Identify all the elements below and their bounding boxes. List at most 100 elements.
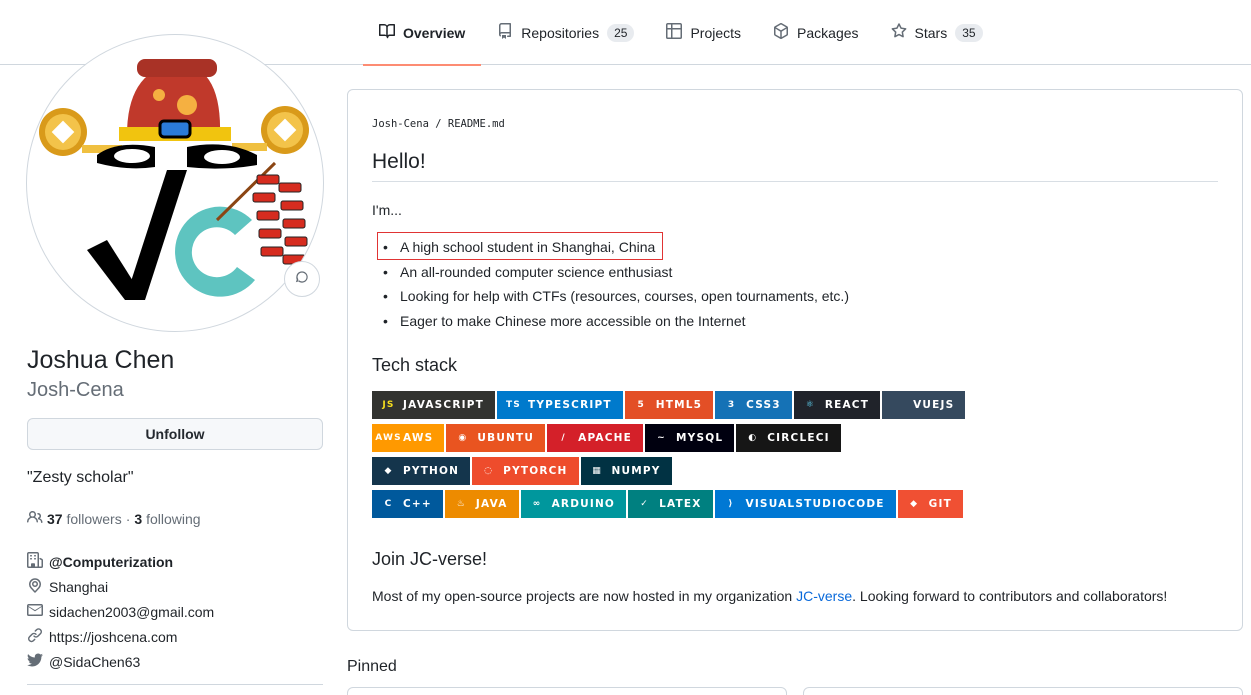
badge-label: APACHE: [578, 432, 632, 444]
following-count: 3: [134, 510, 143, 527]
badge-css3: 3 CSS3: [715, 391, 792, 419]
tech-stack-heading: Tech stack: [372, 355, 458, 375]
tab-stars[interactable]: Stars 35: [875, 0, 999, 65]
readme-file-link[interactable]: README.md: [448, 118, 505, 130]
badge-label: PYTORCH: [503, 465, 568, 477]
mail-icon: [27, 602, 43, 621]
package-icon: [773, 22, 789, 42]
badge-aws: aws AWS: [372, 424, 445, 452]
badge-label: TYPESCRIPT: [527, 399, 612, 411]
website-link[interactable]: https://joshcena.com: [27, 624, 327, 649]
vuejs-logo-icon: [892, 399, 905, 412]
location-icon: [27, 577, 43, 596]
badge-visualstudiocode: ⟩ VISUALSTUDIOCODE: [714, 490, 896, 518]
readme-card: Josh-Cena / README.md Hello! I'm... A hi…: [347, 89, 1243, 631]
badge-row: JS JAVASCRIPT TS TYPESCRIPT 5 HTML5 3 CSS3 ⚛ REAC…: [372, 391, 1232, 419]
readme-intro: I'm...: [372, 202, 402, 218]
badge-row: ◆ PYTHON ◌ PYTORCH ▦ NUMPY: [372, 457, 1232, 485]
follow-stats: 37 followers · 3 following: [26, 509, 201, 528]
heading-divider: [372, 181, 1218, 182]
pinned-card[interactable]: [803, 687, 1243, 695]
ubuntu-logo-icon: ◉: [458, 432, 468, 443]
tab-overview-label: Overview: [403, 24, 466, 41]
aws-logo-icon: aws: [375, 432, 402, 443]
tab-projects[interactable]: Projects: [650, 0, 757, 65]
badge-label: JAVASCRIPT: [403, 399, 484, 411]
tab-repositories[interactable]: Repositories 25: [481, 0, 650, 65]
list-item: An all-rounded computer science enthusia…: [372, 260, 849, 285]
badge-vuejs: VUEJS: [882, 391, 966, 419]
typescript-logo-icon: TS: [505, 399, 521, 410]
badge-label: LATEX: [659, 498, 702, 510]
tab-repositories-label: Repositories: [521, 24, 600, 41]
location-text: Shanghai: [49, 578, 109, 595]
tab-stars-label: Stars: [914, 24, 948, 41]
followers-link[interactable]: 37 followers: [47, 511, 122, 527]
arduino-logo-icon: ∞: [532, 498, 542, 509]
tab-overview[interactable]: Overview: [363, 0, 482, 66]
org-link[interactable]: @Computerization: [27, 549, 327, 574]
badge-label: C++: [403, 498, 432, 510]
following-label: following: [146, 510, 201, 527]
badge-label: HTML5: [655, 399, 703, 411]
readme-owner-link[interactable]: Josh-Cena: [372, 118, 429, 130]
badge-row: C C++ ♨ JAVA ∞ ARDUINO ✓ LATEX ⟩ VISUALSTUDIOCODE…: [372, 490, 1232, 518]
badge-ubuntu: ◉ UBUNTU: [446, 424, 546, 452]
tab-packages-label: Packages: [797, 24, 859, 41]
following-link[interactable]: 3 following: [134, 511, 200, 527]
pinned-card[interactable]: [347, 687, 787, 695]
badge-label: VUEJS: [913, 399, 955, 411]
twitter-link[interactable]: @SidaChen63: [27, 649, 327, 674]
latex-logo-icon: ✓: [640, 498, 649, 509]
join-text-before: Most of my open-source projects are now …: [372, 588, 797, 604]
join-text-after: . Looking forward to contributors and co…: [852, 588, 1168, 604]
smiley-icon: [295, 270, 309, 289]
jc-verse-link[interactable]: JC-verse: [796, 588, 852, 604]
people-icon: [26, 509, 43, 528]
list-item: Eager to make Chinese more accessible on…: [372, 309, 849, 334]
badge-numpy: ▦ NUMPY: [580, 457, 672, 485]
badge-javascript: JS JAVASCRIPT: [372, 391, 495, 419]
table-icon: [666, 23, 683, 42]
list-item: Looking for help with CTFs (resources, c…: [372, 284, 849, 309]
git-logo-icon: ◆: [910, 498, 919, 509]
tech-badges: JS JAVASCRIPT TS TYPESCRIPT 5 HTML5 3 CSS3 ⚛ REAC…: [372, 391, 1232, 523]
css3-logo-icon: 3: [727, 399, 736, 410]
c-logo-icon: C: [384, 498, 393, 509]
profile-name: Joshua Chen: [27, 346, 175, 374]
badge-java: ♨ JAVA: [444, 490, 519, 518]
badge-mysql: ~ MYSQL: [645, 424, 735, 452]
badge-label: NUMPY: [611, 465, 661, 477]
badge-label: UBUNTU: [477, 432, 535, 444]
circleci-logo-icon: ◐: [748, 432, 758, 443]
unfollow-button[interactable]: Unfollow: [27, 418, 323, 450]
badge-latex: ✓ LATEX: [628, 490, 713, 518]
badge-pytorch: ◌ PYTORCH: [472, 457, 579, 485]
badge-html5: 5 HTML5: [624, 391, 714, 419]
badge-label: VISUALSTUDIOCODE: [745, 498, 885, 510]
badge-label: CIRCLECI: [767, 432, 830, 444]
email-link[interactable]: sidachen2003@gmail.com: [27, 599, 327, 624]
pytorch-logo-icon: ◌: [484, 465, 494, 476]
join-paragraph: Most of my open-source projects are now …: [372, 588, 1167, 604]
pinned-heading: Pinned: [347, 658, 397, 675]
followers-label: followers: [66, 510, 122, 527]
apache-logo-icon: /: [561, 432, 566, 443]
html5-logo-icon: 5: [637, 399, 645, 410]
badge-label: AWS: [403, 432, 434, 444]
visualstudiocode-logo-icon: ⟩: [728, 498, 734, 509]
link-icon: [27, 627, 43, 646]
javascript-logo-icon: JS: [382, 399, 395, 410]
set-status-button[interactable]: [284, 261, 320, 297]
email-text: sidachen2003@gmail.com: [49, 603, 215, 620]
twitter-icon: [27, 652, 43, 671]
website-text: https://joshcena.com: [49, 628, 178, 645]
tab-list: Overview Repositories 25 Projects Packag…: [363, 0, 999, 66]
profile-login: Josh-Cena: [27, 379, 124, 401]
numpy-logo-icon: ▦: [592, 465, 602, 476]
avatar[interactable]: [26, 34, 324, 332]
tab-packages[interactable]: Packages: [757, 0, 874, 65]
badge-apache: / APACHE: [547, 424, 643, 452]
org-name: @Computerization: [49, 553, 174, 570]
join-heading: Join JC-verse!: [372, 549, 488, 569]
